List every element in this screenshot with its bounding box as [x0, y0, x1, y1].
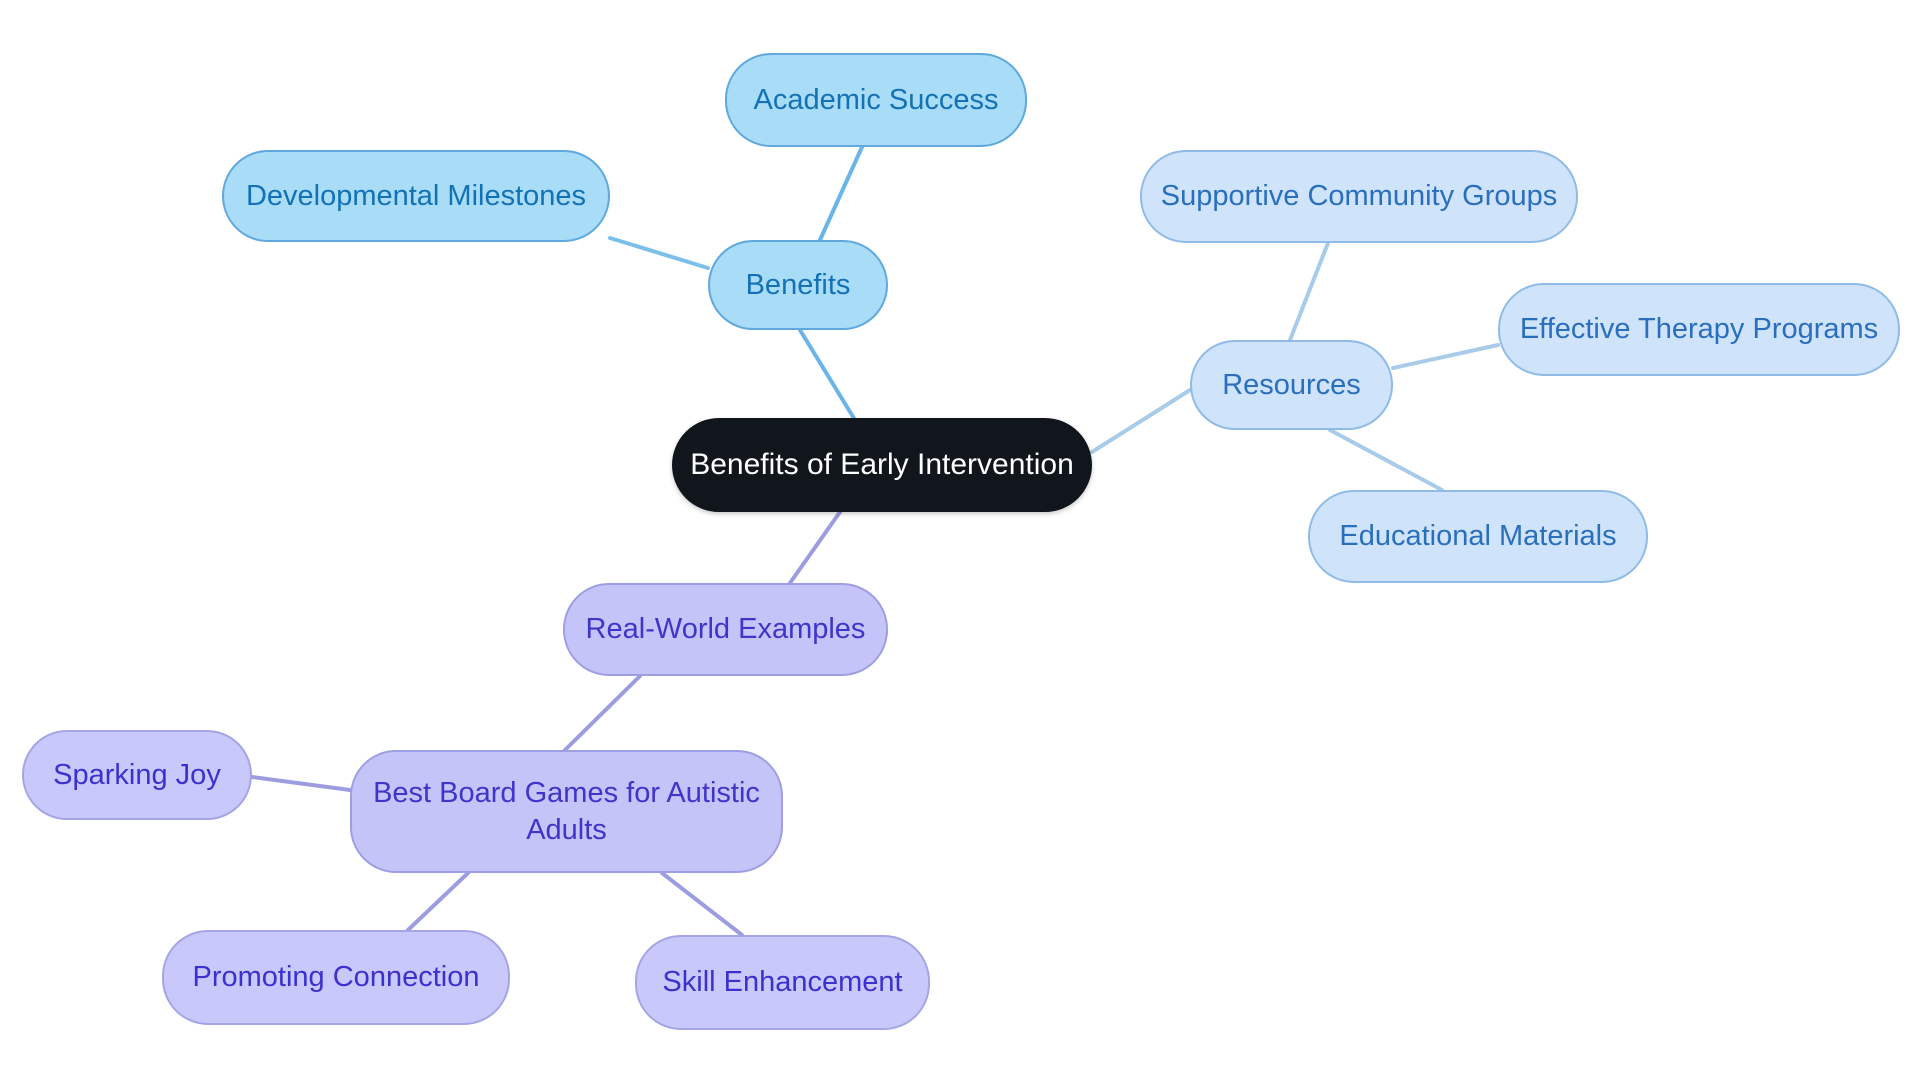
- node-promoting-connection[interactable]: Promoting Connection: [162, 930, 510, 1025]
- edge-root-benefits: [798, 328, 857, 422]
- node-label: Effective Therapy Programs: [1519, 313, 1879, 346]
- node-label: Best Board Games for Autistic Adults: [373, 777, 760, 846]
- node-effective-therapy-programs[interactable]: Effective Therapy Programs: [1498, 283, 1900, 376]
- node-label: Benefits of Early Intervention: [690, 448, 1074, 482]
- node-label: Academic Success: [753, 83, 999, 116]
- node-label: Real-World Examples: [585, 613, 866, 646]
- edge-root-resources: [1090, 388, 1192, 454]
- edge-best-board-games-promoting-connection: [406, 871, 470, 932]
- node-resources[interactable]: Resources: [1190, 340, 1393, 430]
- node-label: Educational Materials: [1339, 520, 1617, 553]
- node-best-board-games-for-autistic-adults[interactable]: Best Board Games for Autistic Adults: [350, 750, 783, 873]
- node-educational-materials[interactable]: Educational Materials: [1308, 490, 1648, 583]
- edge-best-board-games-sparking-joy: [250, 775, 352, 792]
- edge-resources-effective-therapy-programs: [1391, 343, 1500, 370]
- edge-real-world-examples-best-board-games: [563, 674, 642, 752]
- edge-best-board-games-skill-enhancement: [660, 871, 744, 937]
- edge-resources-supportive-community-groups: [1288, 241, 1330, 342]
- node-academic-success[interactable]: Academic Success: [725, 53, 1027, 147]
- edge-benefits-academic-success: [818, 145, 864, 242]
- node-developmental-milestones[interactable]: Developmental Milestones: [222, 150, 610, 242]
- node-label: Supportive Community Groups: [1160, 180, 1558, 213]
- node-real-world-examples[interactable]: Real-World Examples: [563, 583, 888, 676]
- node-benefits[interactable]: Benefits: [708, 240, 888, 330]
- edge-resources-educational-materials: [1328, 428, 1444, 492]
- node-label: Skill Enhancement: [662, 966, 903, 999]
- node-label: Promoting Connection: [192, 961, 480, 994]
- node-skill-enhancement[interactable]: Skill Enhancement: [635, 935, 930, 1030]
- node-label: Sparking Joy: [53, 758, 221, 791]
- node-label: Developmental Milestones: [245, 179, 587, 212]
- node-label: Benefits: [745, 268, 851, 301]
- node-label: Resources: [1222, 368, 1361, 401]
- node-root[interactable]: Benefits of Early Intervention: [672, 418, 1092, 512]
- node-supportive-community-groups[interactable]: Supportive Community Groups: [1140, 150, 1578, 243]
- mindmap-canvas: Benefits of Early Intervention Benefits Ac…: [0, 0, 1920, 1083]
- node-sparking-joy[interactable]: Sparking Joy: [22, 730, 252, 820]
- edge-benefits-developmental-milestones: [608, 236, 710, 270]
- edge-root-real-world-examples: [788, 510, 842, 585]
